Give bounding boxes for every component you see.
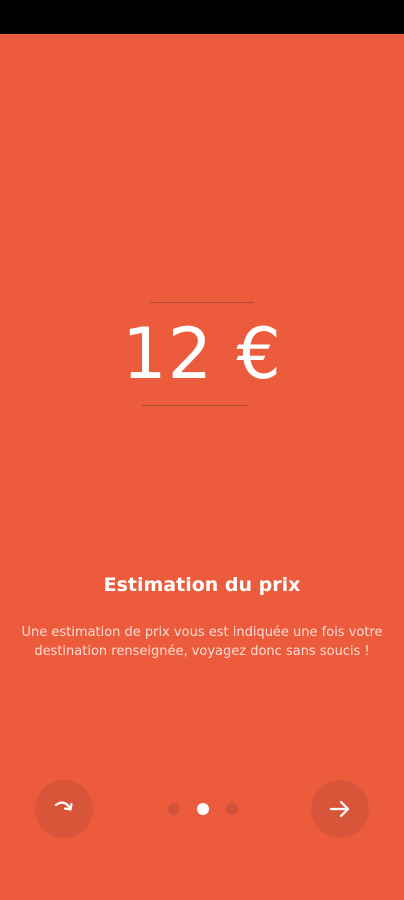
page-indicator: [168, 802, 238, 816]
page-dot-2[interactable]: [197, 803, 209, 815]
redo-arrow-icon: [51, 796, 77, 822]
arrow-right-icon: [327, 796, 353, 822]
price-divider-top: [150, 302, 254, 303]
skip-button[interactable]: [35, 780, 93, 838]
onboarding-screen: 12 € Estimation du prix Une estimation d…: [0, 34, 404, 900]
slide-title: Estimation du prix: [103, 574, 301, 596]
next-button[interactable]: [311, 780, 369, 838]
page-dot-1[interactable]: [168, 803, 180, 815]
price-value: 12 €: [122, 313, 282, 395]
price-display: 12 €: [0, 302, 404, 406]
slide-description: Une estimation de prix vous est indiquée…: [21, 625, 383, 659]
status-bar: [0, 0, 404, 34]
price-divider-bottom: [142, 405, 248, 406]
page-dot-3[interactable]: [226, 803, 238, 815]
